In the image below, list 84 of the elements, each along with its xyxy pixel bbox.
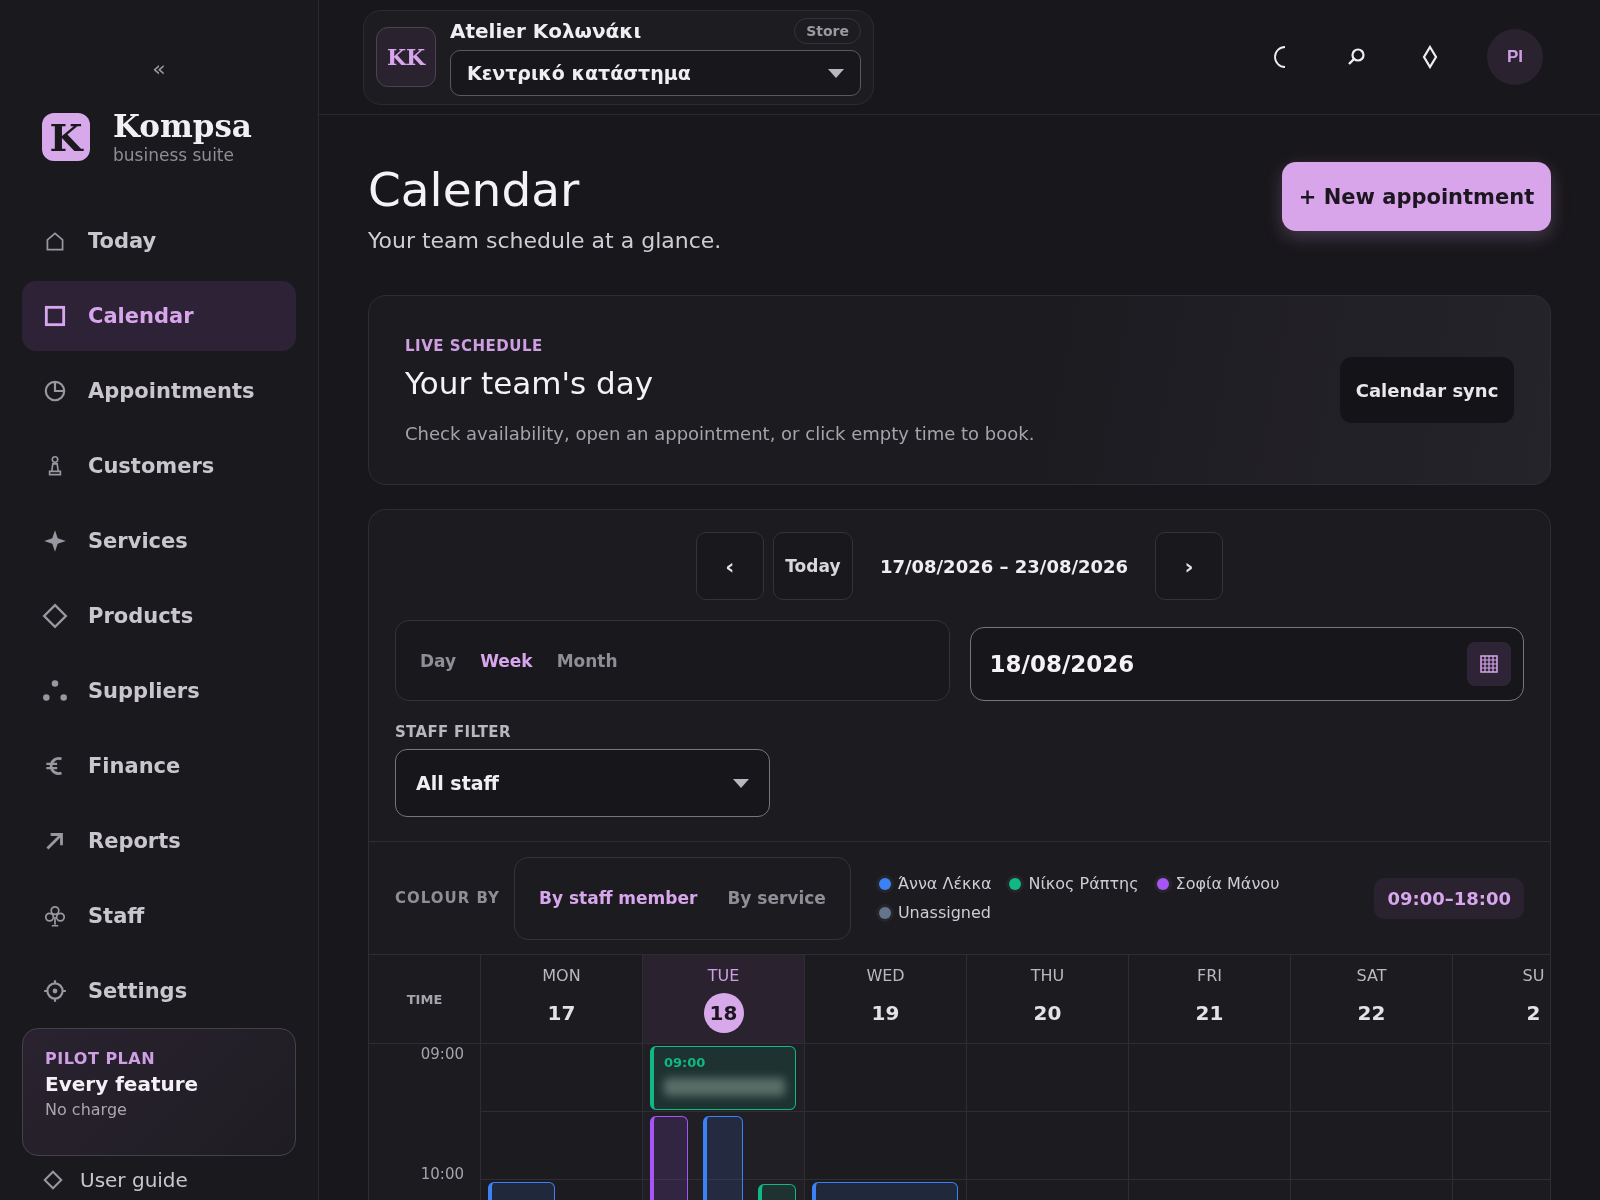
weekday-label: MON xyxy=(542,965,581,985)
user-guide-link[interactable]: User guide xyxy=(42,1168,296,1192)
brand-name: Kompsa xyxy=(113,108,252,144)
legend-label: Νίκος Ράπτης xyxy=(1028,874,1139,893)
calendar-grid-icon[interactable] xyxy=(1480,654,1498,673)
store-name: Atelier Κολωνάκι xyxy=(450,19,642,43)
legend-label: Σοφία Μάνου xyxy=(1175,874,1280,893)
day-header[interactable]: FRI 21 xyxy=(1129,955,1291,1044)
view-tab[interactable]: Month xyxy=(546,642,628,679)
sidebar-item[interactable]: Suppliers xyxy=(22,656,296,726)
sidebar-item[interactable]: Reports xyxy=(22,806,296,876)
day-number: 21 xyxy=(1195,999,1224,1027)
weekday-label: SAT xyxy=(1356,965,1387,985)
colour-by-option[interactable]: By staff member xyxy=(524,880,712,916)
new-appointment-button[interactable]: + New appointment xyxy=(1282,162,1551,231)
day-header[interactable]: WED 19 xyxy=(805,955,967,1044)
filter-label: STAFF FILTER xyxy=(395,723,512,741)
page-subtitle: Your team schedule at a glance. xyxy=(368,228,722,253)
weekday-label: WED xyxy=(866,965,905,985)
caret-icon xyxy=(828,68,844,78)
day-number: 19 xyxy=(871,999,900,1027)
sidebar-item[interactable]: Today xyxy=(22,206,296,276)
date-input[interactable]: 18/08/2026 xyxy=(989,650,1290,677)
date-range: 17/08/2026 – 23/08/2026 xyxy=(879,555,1129,577)
hours-badge: 09:00–18:00 xyxy=(1374,877,1524,919)
day-header[interactable]: SU 2 xyxy=(1453,955,1550,1044)
time-header: TIME xyxy=(406,991,443,1007)
staff-filter-select[interactable]: All staff xyxy=(395,749,770,817)
view-tab[interactable]: Week xyxy=(470,642,543,679)
day-number: 22 xyxy=(1357,999,1386,1027)
today-button[interactable]: Today xyxy=(772,532,853,600)
weekday-label: SU xyxy=(1522,965,1545,985)
clock-icon xyxy=(42,378,68,404)
collapse-button[interactable]: « xyxy=(148,56,170,82)
day-number: 2 xyxy=(1526,999,1541,1027)
sidebar-item[interactable]: Finance xyxy=(22,731,296,801)
gear-icon xyxy=(42,978,68,1004)
sidebar-item[interactable]: Settings xyxy=(22,956,296,1026)
section-title: Your team's day xyxy=(405,364,654,401)
calendar-sync-button[interactable]: Calendar sync xyxy=(1340,357,1514,423)
weekday-label: TUE xyxy=(707,965,740,985)
colour-by-option[interactable]: By service xyxy=(713,880,840,916)
legend-label: Άννα Λέκκα xyxy=(897,874,992,893)
sidebar-item[interactable]: Products xyxy=(22,581,296,651)
day-header[interactable]: TUE 18 xyxy=(643,955,805,1044)
legend-label: Unassigned xyxy=(897,903,991,922)
sidebar-item[interactable]: Services xyxy=(22,506,296,576)
day-header[interactable]: SAT 22 xyxy=(1291,955,1453,1044)
diamond-icon xyxy=(42,603,68,629)
time-label: 10:00 xyxy=(420,1166,464,1182)
brand-tagline: business suite xyxy=(113,144,235,166)
weekday-label: THU xyxy=(1030,965,1065,985)
plan-title: Every feature xyxy=(45,1072,200,1096)
appointment-time: 09:00 xyxy=(664,1055,707,1070)
section-description: Check availability, open an appointment, or click empty time to book. xyxy=(405,422,1035,444)
page-title: Calendar xyxy=(368,162,581,218)
location-select[interactable]: Κεντρικό κατάστημα xyxy=(450,50,861,96)
square-icon xyxy=(42,303,68,329)
day-column[interactable]: 09:00 xyxy=(643,1044,805,1200)
plan-eyebrow: PILOT PLAN xyxy=(45,1049,157,1068)
plan-note: No charge xyxy=(45,1100,128,1119)
avatar[interactable]: PI xyxy=(1487,29,1543,85)
club-icon xyxy=(42,903,68,929)
sidebar-item[interactable]: Appointments xyxy=(22,356,296,426)
colour-by-label: COLOUR BY xyxy=(395,889,500,907)
day-number: 18 xyxy=(703,992,744,1033)
three-dots-icon xyxy=(42,678,68,704)
previous-week-button[interactable]: ‹ xyxy=(695,532,764,600)
sidebar-item[interactable]: Customers xyxy=(22,431,296,501)
caret-icon xyxy=(733,778,749,788)
day-number: 20 xyxy=(1033,999,1062,1027)
time-label: 09:00 xyxy=(420,1046,464,1062)
section-eyebrow: LIVE SCHEDULE xyxy=(405,336,544,355)
store-initials: KK xyxy=(376,27,436,87)
diamond-icon xyxy=(42,1169,64,1191)
sidebar-item[interactable]: Staff xyxy=(22,881,296,951)
view-tab[interactable]: Day xyxy=(410,642,467,679)
next-week-button[interactable]: › xyxy=(1155,532,1224,600)
appointment-block[interactable]: 09:00 xyxy=(650,1046,796,1110)
weekday-label: FRI xyxy=(1196,965,1222,985)
sidebar-item[interactable]: Calendar xyxy=(22,281,296,351)
day-header[interactable]: THU 20 xyxy=(967,955,1129,1044)
logo: K xyxy=(42,113,90,161)
day-number: 17 xyxy=(547,999,576,1027)
